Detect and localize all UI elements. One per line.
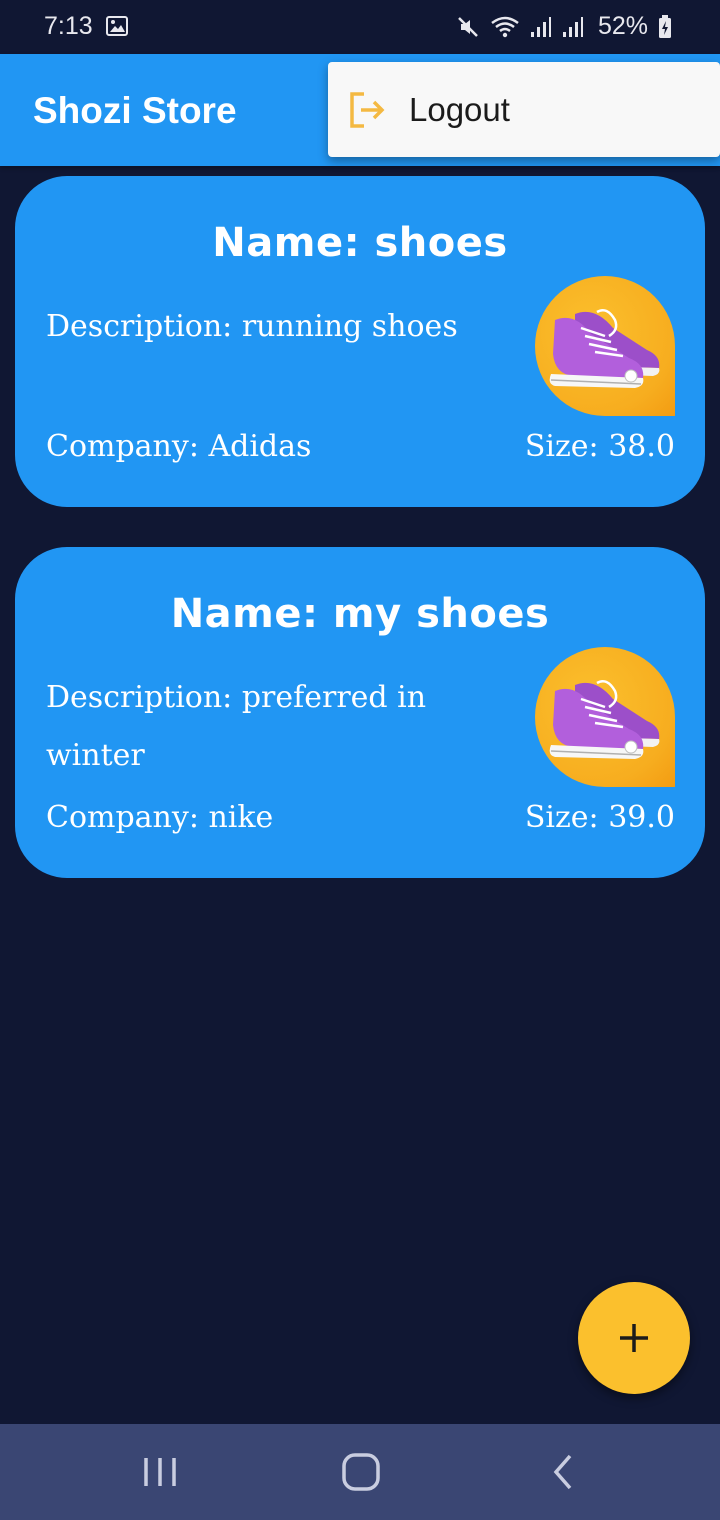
product-description: Description: preferred in winter xyxy=(46,680,427,773)
product-company: Company: Adidas xyxy=(46,429,312,464)
product-size: Size: 38.0 xyxy=(524,429,675,464)
product-card[interactable]: Name: my shoes Description: preferred in… xyxy=(15,547,705,878)
plus-icon xyxy=(620,1324,648,1352)
product-company: Company: nike xyxy=(46,800,274,835)
signal-icon-1 xyxy=(530,16,551,37)
status-time: 7:13 xyxy=(44,12,93,40)
home-icon[interactable] xyxy=(339,1452,383,1492)
signal-icon-2 xyxy=(562,16,583,37)
product-name: Name: shoes xyxy=(212,220,508,266)
add-product-button[interactable] xyxy=(578,1282,690,1394)
sneakers-image xyxy=(535,276,675,416)
product-card[interactable]: Name: shoes Description: running shoes C… xyxy=(15,176,705,507)
recent-apps-icon[interactable] xyxy=(138,1452,182,1492)
logout-menu-item[interactable]: Logout xyxy=(409,91,510,129)
product-name: Name: my shoes xyxy=(170,591,550,637)
system-navigation-bar xyxy=(0,1424,720,1520)
wifi-icon xyxy=(491,16,519,37)
product-size: Size: 39.0 xyxy=(524,800,675,835)
overflow-menu: Logout xyxy=(328,62,720,157)
battery-charging-icon xyxy=(659,14,671,38)
mute-icon xyxy=(458,16,478,37)
back-icon[interactable] xyxy=(542,1452,586,1492)
battery-percent: 52% xyxy=(597,12,648,40)
sneakers-image xyxy=(535,647,675,787)
product-description: Description: running shoes xyxy=(46,309,458,344)
status-bar: 7:13 52% xyxy=(0,0,720,54)
status-indicators: 52% xyxy=(456,12,672,41)
gallery-notification-icon xyxy=(106,16,128,36)
logout-icon[interactable] xyxy=(348,90,388,130)
app-title: Shozi Store xyxy=(33,90,237,131)
